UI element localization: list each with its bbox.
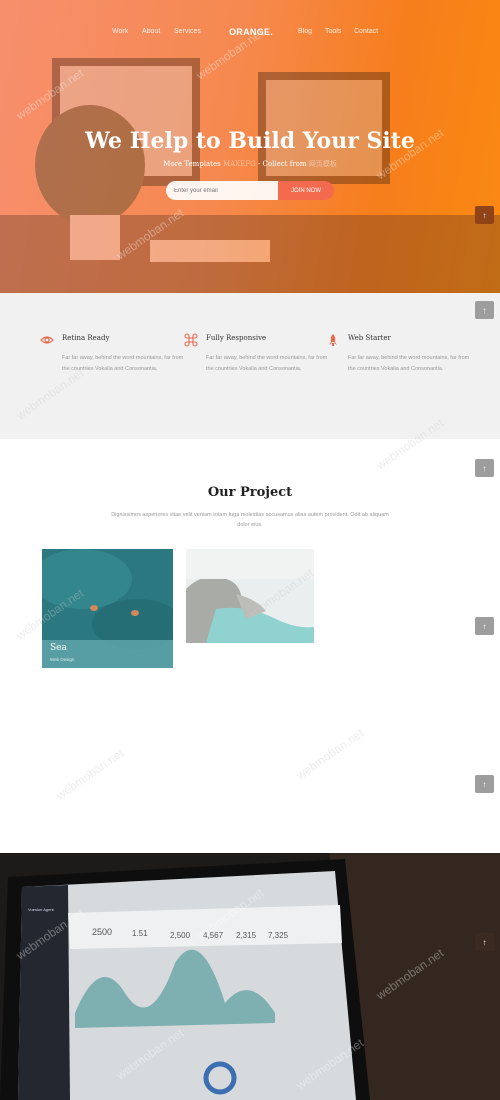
nav-link-work[interactable]: Work (112, 28, 128, 35)
dashboard-stat: 1.51 (132, 929, 148, 938)
project-section: ↑ Our Project Dignissimos asperiores vit… (0, 439, 500, 853)
section-title: Our Project (207, 485, 293, 500)
card-category: Web Design (50, 657, 75, 662)
dashboard-stat: 7,325 (268, 931, 289, 940)
features-section: ↑ Retina Ready Far far away, behind the … (0, 293, 500, 439)
feature-title: Web Starter (348, 334, 391, 342)
scroll-top-button[interactable]: ↑ (475, 617, 494, 635)
arrow-up-icon: ↑ (482, 210, 487, 220)
scroll-top-button[interactable]: ↑ (475, 301, 494, 319)
hero-subtitle-link[interactable]: 网页模板 (309, 160, 337, 168)
nav-link-about[interactable]: About (142, 28, 160, 35)
hero-subtitle: More Templates MAXEFG - Collect from 网页模… (0, 159, 500, 169)
hero-subtitle-text: More Templates (163, 160, 223, 168)
command-icon (184, 333, 198, 347)
hero-subtitle-text: - Collect from (255, 160, 309, 168)
scroll-top-button[interactable]: ↑ (475, 933, 494, 951)
scroll-top-button[interactable]: ↑ (475, 775, 494, 793)
join-now-button[interactable]: JOIN NOW (278, 181, 334, 200)
project-card[interactable]: Sea Web Design (42, 549, 173, 668)
feature-title: Retina Ready (62, 334, 110, 342)
feature-title: Fully Responsive (206, 334, 267, 342)
arrow-up-icon: ↑ (482, 463, 487, 473)
brand-logo[interactable]: ORANGE. (229, 27, 273, 37)
project-card[interactable] (186, 549, 314, 643)
card-caption: Sea Web Design (42, 640, 173, 668)
scroll-top-button[interactable]: ↑ (475, 459, 494, 477)
nav-link-blog[interactable]: Blog (298, 28, 312, 35)
arrow-up-icon: ↑ (482, 937, 487, 947)
nav-link-services[interactable]: Services (174, 28, 201, 35)
feature-text: Far far away, behind the word mountains,… (348, 355, 470, 372)
signup-form: JOIN NOW (166, 181, 334, 200)
laptop-dashboard-photo (0, 853, 500, 1100)
nav-link-tools[interactable]: Tools (325, 28, 341, 35)
eye-icon (40, 336, 54, 344)
arrow-up-icon: ↑ (482, 305, 487, 315)
top-nav: Work About Services ORANGE. Blog Tools C… (0, 27, 500, 42)
hero-title: We Help to Build Your Site (85, 128, 415, 154)
dashboard-stat: 4,567 (203, 931, 224, 940)
arrow-up-icon: ↑ (482, 779, 487, 789)
scroll-top-button[interactable]: ↑ (475, 206, 494, 224)
dashboard-stat: 2,500 (170, 931, 191, 940)
hero-section: Work About Services ORANGE. Blog Tools C… (0, 0, 500, 293)
project-image (186, 549, 314, 643)
feature-text: Far far away, behind the word mountains,… (62, 355, 184, 372)
section-description: Dignissimos asperiores vitae velit venia… (111, 512, 389, 528)
dashboard-stat: 2500 (92, 927, 113, 937)
feature-text: Far far away, behind the word mountains,… (206, 355, 328, 372)
dashboard-app-name: Vuesion Agent (28, 907, 54, 912)
laptop-section: Vuesion Agent 2500 1.51 2,500 4,567 2,31… (0, 853, 500, 1100)
dashboard-stat: 2,315 (236, 931, 257, 940)
hero-subtitle-link[interactable]: MAXEFG (223, 160, 256, 168)
rocket-icon (329, 334, 337, 346)
email-input[interactable] (166, 181, 278, 200)
arrow-up-icon: ↑ (482, 621, 487, 631)
card-title: Sea (50, 643, 67, 653)
nav-link-contact[interactable]: Contact (354, 28, 378, 35)
